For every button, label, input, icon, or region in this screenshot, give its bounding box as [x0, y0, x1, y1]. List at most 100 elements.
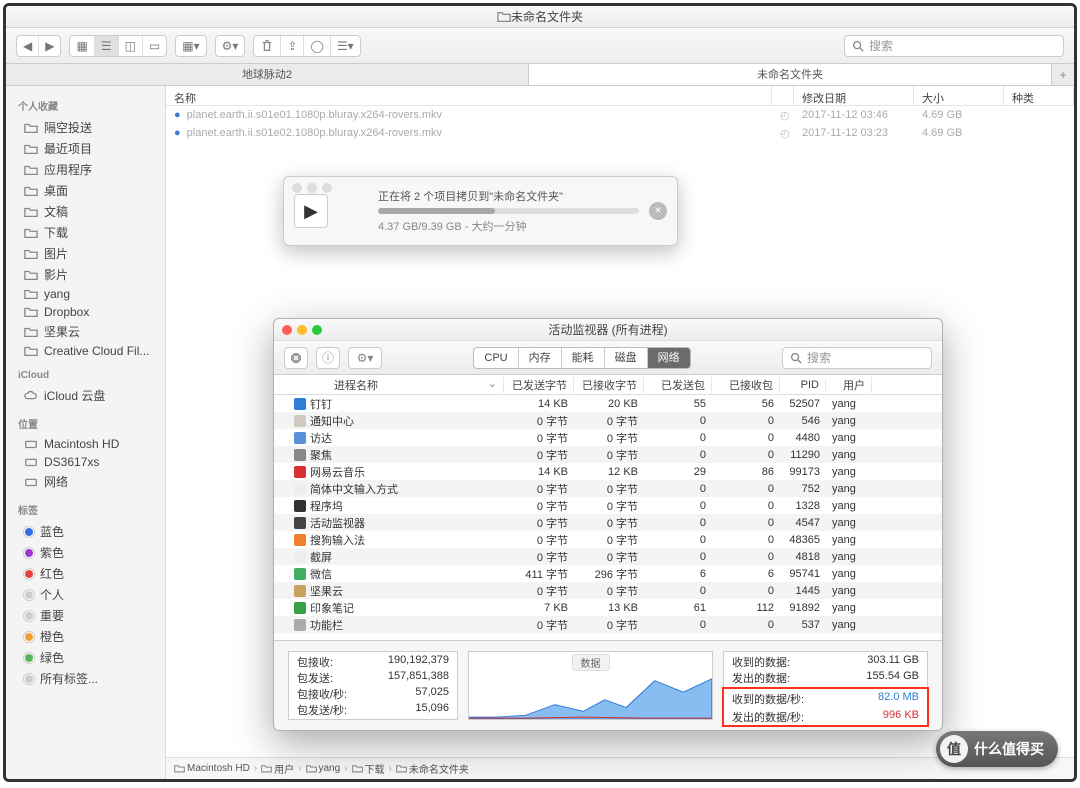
tab-bar[interactable]: 地球脉动2 未命名文件夹 + [6, 64, 1074, 86]
sidebar-item[interactable]: 桌面 [6, 180, 165, 201]
sidebar-item[interactable]: 网络 [6, 471, 165, 492]
sidebar-item[interactable]: Macintosh HD [6, 435, 165, 453]
path-segment[interactable]: yang [306, 763, 341, 774]
sidebar-item[interactable]: 应用程序 [6, 159, 165, 180]
am-tab[interactable]: 内存 [519, 348, 562, 368]
sidebar: 个人收藏 隔空投送最近项目应用程序桌面文稿下载图片影片yangDropbox坚果… [6, 86, 166, 779]
zoom-button[interactable] [312, 325, 322, 335]
am-table-header[interactable]: 进程名称⌄已发送字节已接收字节已发送包已接收包PID用户 [274, 375, 942, 395]
new-tab-button[interactable]: + [1052, 64, 1074, 85]
item-actions: ⇪ ◯ ☰▾ [253, 35, 360, 57]
trash-button[interactable] [254, 36, 281, 56]
am-col-header[interactable]: 已接收字节 [574, 377, 644, 393]
am-tab[interactable]: 能耗 [562, 348, 605, 368]
process-row[interactable]: 功能栏0 字节0 字节00537yang [274, 616, 942, 633]
am-traffic-lights[interactable] [282, 325, 322, 335]
minimize-button[interactable] [297, 325, 307, 335]
stat-row: 发出的数据/秒:996 KB [724, 707, 927, 725]
process-row[interactable]: 截屏0 字节0 字节004818yang [274, 548, 942, 565]
sidebar-item[interactable]: 坚果云 [6, 321, 165, 342]
sidebar-item[interactable]: 最近项目 [6, 138, 165, 159]
am-process-list[interactable]: 钉钉14 KB20 KB555652507yang通知中心0 字节0 字节005… [274, 395, 942, 640]
sidebar-item[interactable]: yang [6, 285, 165, 303]
am-tab[interactable]: 网络 [648, 348, 690, 368]
stop-process-button[interactable] [284, 347, 308, 369]
sidebar-tag[interactable]: 橙色 [6, 626, 165, 647]
sidebar-item[interactable]: 下载 [6, 222, 165, 243]
icon-view[interactable]: ▦ [70, 36, 94, 56]
process-row[interactable]: 聚焦0 字节0 字节0011290yang [274, 446, 942, 463]
process-row[interactable]: 钉钉14 KB20 KB555652507yang [274, 395, 942, 412]
process-row[interactable]: 访达0 字节0 字节004480yang [274, 429, 942, 446]
am-tab[interactable]: 磁盘 [605, 348, 648, 368]
process-row[interactable]: 搜狗输入法0 字节0 字节0048365yang [274, 531, 942, 548]
sidebar-tag[interactable]: 重要 [6, 605, 165, 626]
file-list-header[interactable]: 名称 修改日期 大小 种类 [166, 86, 1074, 106]
path-bar[interactable]: Macintosh HD›用户›yang›下载›未命名文件夹 [166, 757, 1074, 779]
process-row[interactable]: 程序坞0 字节0 字节001328yang [274, 497, 942, 514]
sidebar-item[interactable]: 隔空投送 [6, 117, 165, 138]
col-size[interactable]: 大小 [914, 86, 1004, 105]
am-col-header[interactable]: 已发送包 [644, 377, 712, 393]
forward-button[interactable]: ▶ [39, 36, 60, 56]
col-kind[interactable]: 种类 [1004, 86, 1074, 105]
am-col-header[interactable]: 用户 [826, 377, 872, 393]
tab-2[interactable]: 未命名文件夹 [529, 64, 1052, 85]
sidebar-tag[interactable]: 所有标签... [6, 668, 165, 689]
col-date[interactable]: 修改日期 [794, 86, 914, 105]
sidebar-tag[interactable]: 紫色 [6, 542, 165, 563]
process-row[interactable]: 印象笔记7 KB13 KB6111291892yang [274, 599, 942, 616]
list-view[interactable]: ☰ [95, 36, 119, 56]
action-menu[interactable]: ⚙▾ [215, 35, 246, 57]
sidebar-item[interactable]: iCloud 云盘 [6, 385, 165, 406]
search-field[interactable]: 搜索 [844, 35, 1064, 57]
stats-right: 收到的数据:303.11 GB发出的数据:155.54 GB [723, 651, 928, 688]
am-tab[interactable]: CPU [474, 348, 518, 368]
am-col-header[interactable]: PID [780, 379, 826, 391]
gallery-view[interactable]: ▭ [143, 36, 166, 56]
process-row[interactable]: 微信411 字节296 字节6695741yang [274, 565, 942, 582]
options-button[interactable]: ⚙▾ [348, 347, 382, 369]
nav-back-forward[interactable]: ◀ ▶ [16, 35, 61, 57]
path-segment[interactable]: 下载 [352, 761, 385, 776]
am-titlebar[interactable]: 活动监视器 (所有进程) [274, 319, 942, 341]
tab-1[interactable]: 地球脉动2 [6, 64, 529, 85]
am-search[interactable]: 搜索 [782, 347, 932, 369]
sidebar-item[interactable]: 图片 [6, 243, 165, 264]
process-row[interactable]: 通知中心0 字节0 字节00546yang [274, 412, 942, 429]
file-row[interactable]: ●planet.earth.ii.s01e01.1080p.bluray.x26… [166, 106, 1074, 124]
column-view[interactable]: ◫ [119, 36, 143, 56]
am-col-header[interactable]: 已接收包 [712, 377, 780, 393]
sidebar-tag[interactable]: 蓝色 [6, 521, 165, 542]
back-button[interactable]: ◀ [17, 36, 39, 56]
file-row[interactable]: ●planet.earth.ii.s01e02.1080p.bluray.x26… [166, 124, 1074, 142]
am-tab-segment[interactable]: CPU内存能耗磁盘网络 [473, 347, 690, 369]
process-row[interactable]: 活动监视器0 字节0 字节004547yang [274, 514, 942, 531]
close-button[interactable] [282, 325, 292, 335]
more-button[interactable]: ☰▾ [331, 36, 360, 56]
sidebar-item[interactable]: Creative Cloud Fil... [6, 342, 165, 360]
sidebar-tag[interactable]: 绿色 [6, 647, 165, 668]
share-button[interactable]: ⇪ [281, 36, 304, 56]
path-segment[interactable]: Macintosh HD [174, 763, 250, 774]
am-col-header[interactable]: 进程名称⌄ [274, 377, 504, 393]
sidebar-item[interactable]: 影片 [6, 264, 165, 285]
col-name[interactable]: 名称 [166, 86, 772, 105]
sidebar-tag[interactable]: 红色 [6, 563, 165, 584]
tag-button[interactable]: ◯ [304, 36, 330, 56]
cancel-copy-button[interactable]: × [649, 202, 667, 220]
sidebar-item[interactable]: Dropbox [6, 303, 165, 321]
process-row[interactable]: 网易云音乐14 KB12 KB298699173yang [274, 463, 942, 480]
dialog-traffic-lights[interactable] [292, 183, 332, 193]
process-row[interactable]: 简体中文输入方式0 字节0 字节00752yang [274, 480, 942, 497]
sidebar-item[interactable]: DS3617xs [6, 453, 165, 471]
sidebar-tag[interactable]: 个人 [6, 584, 165, 605]
am-col-header[interactable]: 已发送字节 [504, 377, 574, 393]
path-segment[interactable]: 用户 [261, 761, 294, 776]
sidebar-item[interactable]: 文稿 [6, 201, 165, 222]
process-row[interactable]: 坚果云0 字节0 字节001445yang [274, 582, 942, 599]
inspect-button[interactable]: ⓘ [316, 347, 340, 369]
path-segment[interactable]: 未命名文件夹 [396, 761, 469, 776]
group-menu[interactable]: ▦▾ [175, 35, 206, 57]
view-mode-group[interactable]: ▦ ☰ ◫ ▭ [69, 35, 167, 57]
